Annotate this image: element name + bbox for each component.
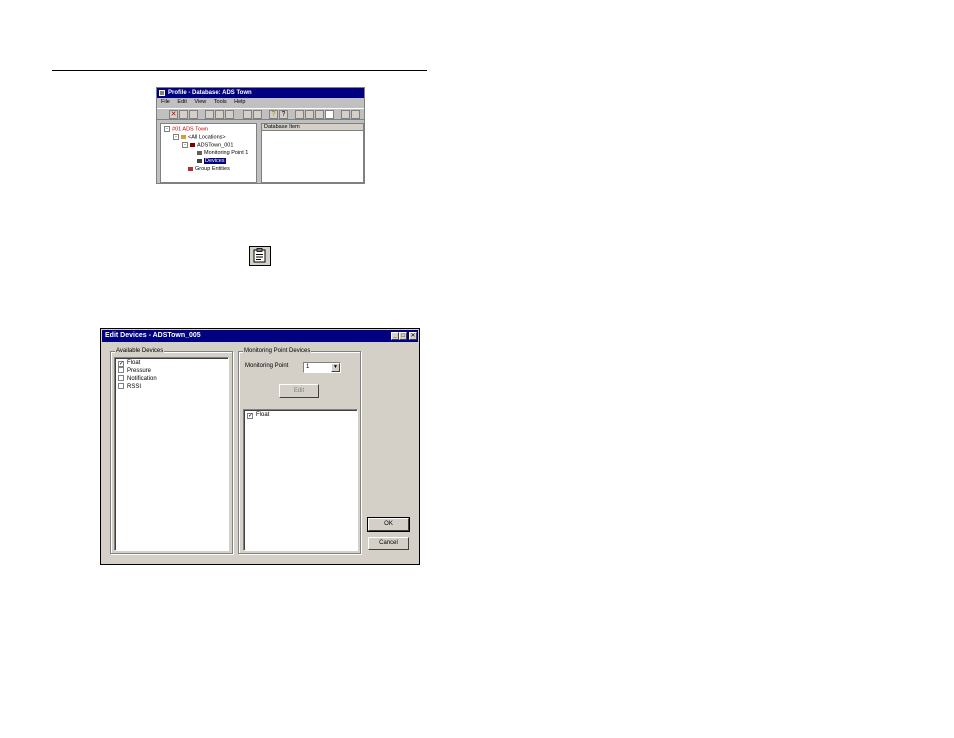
- tree-all-locations[interactable]: − <All Locations>: [173, 134, 226, 140]
- monitoring-point-value: 1: [306, 364, 310, 370]
- menu-tools[interactable]: Tools: [214, 99, 227, 105]
- dialog-title: Edit Devices - ADSTown_005: [105, 332, 201, 339]
- profile-title: Profile - Database: ADS Town: [168, 90, 252, 96]
- checkbox[interactable]: [118, 367, 124, 373]
- minimize-icon[interactable]: _: [391, 332, 399, 340]
- location-icon: [190, 143, 195, 147]
- chevron-down-icon[interactable]: ▼: [331, 363, 340, 372]
- list-item[interactable]: ✓ Float: [247, 411, 269, 419]
- collapse-icon[interactable]: −: [182, 142, 188, 148]
- database-item-header[interactable]: Database Item: [262, 124, 363, 131]
- edit-devices-icon: [249, 246, 271, 266]
- maximize-icon[interactable]: □: [399, 332, 407, 340]
- menu-view[interactable]: View: [194, 99, 206, 105]
- paste-icon[interactable]: [189, 110, 198, 119]
- available-devices-list[interactable]: ✓ Float Pressure Notification RSSI: [114, 357, 229, 551]
- delete-icon[interactable]: ✕: [169, 110, 178, 119]
- monitoring-point-devices-label: Monitoring Point Devices: [243, 347, 312, 355]
- lightbulb-icon[interactable]: ?: [269, 110, 278, 119]
- list-item[interactable]: Pressure: [118, 367, 151, 375]
- menu-file[interactable]: File: [161, 99, 170, 105]
- available-devices-label: Available Devices: [115, 347, 165, 355]
- app-icon: [159, 90, 165, 96]
- available-devices-group: Available Devices ✓ Float Pressure Notifi…: [110, 347, 233, 554]
- copy-icon[interactable]: [179, 110, 188, 119]
- tree-devices[interactable]: Devices: [197, 158, 226, 164]
- print-icon[interactable]: [341, 110, 350, 119]
- tree-location[interactable]: − ADSTown_001: [182, 142, 233, 148]
- monitoring-point-icon: [197, 150, 202, 155]
- top-rule: [52, 70, 427, 71]
- group-icon: [188, 166, 193, 171]
- tree-group-entities[interactable]: Group Entities: [188, 166, 230, 172]
- dialog-titlebar: Edit Devices - ADSTown_005 _ □ ✕: [102, 330, 418, 342]
- window-icon[interactable]: [351, 110, 360, 119]
- grid-icon[interactable]: [253, 110, 262, 119]
- database-item-pane: Database Item: [261, 123, 364, 183]
- monitoring-point-devices-list[interactable]: ✓ Float: [243, 409, 358, 551]
- monitoring-point-label: Monitoring Point: [245, 363, 289, 369]
- list-item[interactable]: ✓ Float: [118, 359, 140, 367]
- ok-button[interactable]: OK: [367, 517, 410, 532]
- monitoring-point-devices-group: Monitoring Point Devices Monitoring Poin…: [238, 347, 361, 554]
- toolbar: ✕ ? ?: [157, 108, 364, 120]
- properties-icon[interactable]: [215, 110, 224, 119]
- checkbox[interactable]: [118, 383, 124, 389]
- help-icon[interactable]: ?: [279, 110, 288, 119]
- edit-devices-icon[interactable]: [243, 110, 252, 119]
- locations-icon: [181, 135, 186, 139]
- checkbox[interactable]: [118, 375, 124, 381]
- database-tree: − #01 ADS Town − <All Locations> − ADSTown_…: [160, 123, 257, 183]
- details-icon[interactable]: [315, 110, 324, 119]
- menu-bar: File Edit View Tools Help: [157, 98, 364, 107]
- table-icon[interactable]: [325, 110, 334, 119]
- profile-window: Profile - Database: ADS Town File Edit V…: [156, 87, 365, 184]
- checkbox-checked[interactable]: ✓: [247, 413, 253, 419]
- tree-root[interactable]: − #01 ADS Town: [164, 126, 208, 132]
- devices-icon: [197, 158, 202, 163]
- menu-help[interactable]: Help: [234, 99, 245, 105]
- tree-monitoring-point[interactable]: Monitoring Point 1: [197, 150, 248, 156]
- collapse-icon[interactable]: −: [164, 126, 170, 132]
- move-icon[interactable]: [205, 110, 214, 119]
- list-icon[interactable]: [305, 110, 314, 119]
- close-icon[interactable]: ✕: [409, 332, 417, 340]
- sort-icon[interactable]: [295, 110, 304, 119]
- settings-icon[interactable]: [225, 110, 234, 119]
- menu-edit[interactable]: Edit: [177, 99, 186, 105]
- profile-titlebar: Profile - Database: ADS Town: [157, 88, 364, 98]
- list-item[interactable]: RSSI: [118, 383, 141, 391]
- cancel-button[interactable]: Cancel: [368, 537, 409, 550]
- edit-button[interactable]: Edit: [279, 384, 319, 398]
- list-item[interactable]: Notification: [118, 375, 157, 383]
- monitoring-point-select[interactable]: 1 ▼: [303, 362, 341, 373]
- edit-devices-dialog: Edit Devices - ADSTown_005 _ □ ✕ Availab…: [100, 328, 420, 565]
- collapse-icon[interactable]: −: [173, 134, 179, 140]
